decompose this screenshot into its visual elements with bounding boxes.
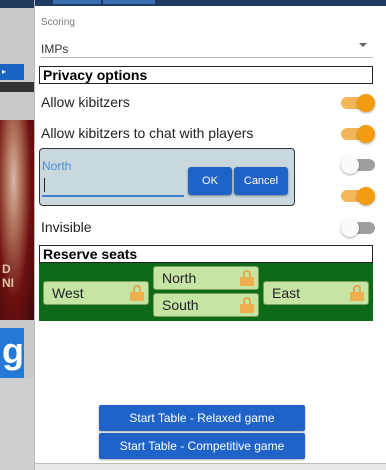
toggle-knob — [357, 94, 375, 112]
seat-west[interactable]: West — [43, 281, 149, 305]
scoring-label: Scoring — [41, 17, 75, 28]
allow-chat-toggle[interactable] — [341, 125, 375, 143]
background-topbar — [0, 0, 34, 8]
invisible-label: Invisible — [41, 219, 92, 235]
seat-north[interactable]: North — [153, 266, 259, 290]
scoring-value: IMPs — [41, 42, 69, 56]
ad-letter: g — [0, 328, 24, 378]
scoring-select[interactable]: IMPs — [41, 38, 373, 58]
table-options-panel: Scoring IMPs Privacy options Allow kibit… — [34, 0, 386, 470]
bottom-divider — [35, 463, 386, 470]
seat-name-input[interactable] — [42, 175, 184, 197]
tab-1[interactable] — [53, 0, 101, 4]
seat-east[interactable]: East — [263, 281, 369, 305]
lock-icon[interactable] — [240, 270, 254, 286]
top-tab-strip — [35, 0, 386, 6]
lock-icon[interactable] — [130, 285, 144, 301]
toggle-knob — [357, 125, 375, 143]
covered-option-toggle[interactable] — [341, 156, 375, 174]
ad-image — [0, 120, 34, 320]
start-relaxed-button[interactable]: Start Table - Relaxed game — [99, 405, 305, 431]
background-app: ▸ D NI g — [0, 0, 34, 470]
invisible-toggle[interactable] — [341, 219, 375, 237]
background-bottom — [0, 378, 34, 470]
allow-kibitzers-toggle[interactable] — [341, 94, 375, 112]
cancel-button[interactable]: Cancel — [234, 167, 288, 195]
seat-south[interactable]: South — [153, 293, 259, 317]
allow-chat-label: Allow kibitzers to chat with players — [41, 125, 254, 141]
toggle-knob — [341, 156, 359, 174]
lock-icon[interactable] — [240, 297, 254, 313]
text-caret — [44, 178, 45, 192]
start-competitive-button[interactable]: Start Table - Competitive game — [99, 433, 305, 459]
seat-east-label: East — [272, 285, 301, 301]
seat-name-field-label: North — [42, 159, 72, 173]
seat-name-edit-popup: North OK Cancel — [39, 148, 295, 206]
chevron-down-icon — [359, 43, 367, 47]
privacy-options-header: Privacy options — [39, 66, 373, 84]
allow-chat-row: Allow kibitzers to chat with players — [41, 123, 375, 145]
ad-subtext — [0, 82, 34, 92]
ad-text: D NI — [2, 262, 14, 290]
allow-kibitzers-label: Allow kibitzers — [41, 94, 130, 110]
seat-west-label: West — [52, 285, 84, 301]
tab-2[interactable] — [103, 0, 155, 4]
hidden-option-toggle[interactable] — [341, 187, 375, 205]
ok-button[interactable]: OK — [188, 167, 232, 195]
lock-icon[interactable] — [350, 285, 364, 301]
allow-kibitzers-row: Allow kibitzers — [41, 92, 375, 114]
toggle-knob — [357, 187, 375, 205]
ad-button[interactable]: ▸ — [0, 64, 24, 80]
invisible-row: Invisible — [41, 217, 375, 239]
toggle-knob — [341, 219, 359, 237]
reserve-seats-header: Reserve seats — [39, 245, 373, 263]
seat-north-label: North — [162, 270, 197, 286]
seat-south-label: South — [162, 297, 199, 313]
reserve-seats-area: West North South East — [39, 263, 373, 321]
